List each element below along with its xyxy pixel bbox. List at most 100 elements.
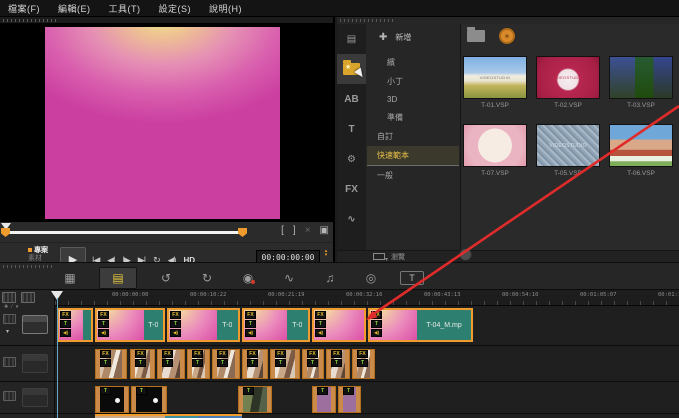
overlay-clip[interactable]: FX T (130, 349, 155, 379)
add-category-button[interactable]: ✚ 新增 (367, 24, 459, 53)
category-item[interactable]: 3D (367, 91, 459, 108)
library-nav: ▤ ★ AB T ⚙ FX (337, 24, 366, 260)
trim-end-handle[interactable] (238, 228, 247, 237)
template-name: T-07.VSP (463, 170, 527, 177)
overlay-clip[interactable]: T (312, 386, 336, 413)
menu-item[interactable]: 工具(T) (109, 2, 141, 15)
videostudio-badge-icon[interactable]: ✶ (499, 28, 515, 44)
panel-resize-knob[interactable] (459, 248, 472, 261)
overlay-clip[interactable]: T (238, 386, 272, 413)
overlay-clip[interactable]: FX T (242, 349, 268, 379)
overlay2-toggle[interactable] (3, 391, 16, 401)
timecode-value: 00:00:00:00 (262, 253, 315, 262)
overlay-clip[interactable]: T (95, 386, 129, 413)
video-clip[interactable]: FX T ◀) (57, 308, 93, 342)
enlarge-preview-button[interactable]: ▣ (320, 225, 329, 236)
timeline-ruler[interactable]: 00:00:00:0000:00:10:2200:00:21:1900:00:3… (55, 290, 679, 306)
video-track-icon[interactable] (22, 315, 48, 334)
toolbar-button[interactable]: ▤ (99, 267, 137, 289)
overlay-clip[interactable]: FX T (352, 349, 375, 379)
category-item[interactable]: 一般 (367, 166, 459, 185)
category-item[interactable]: 自訂 (367, 127, 459, 146)
library-nav-item[interactable]: ▤ (337, 24, 366, 54)
video-clip[interactable]: FX T ◀) T-0 (95, 308, 165, 342)
browse-label[interactable]: 瀏覽 (391, 252, 405, 262)
timecode-stepper[interactable]: ▴▾ (322, 249, 330, 257)
folder-icon[interactable] (467, 30, 485, 42)
menu-item[interactable]: 設定(S) (159, 2, 192, 15)
video-track-lane[interactable]: FX T ◀) FX T ◀) (55, 306, 679, 346)
menu-item[interactable]: 編輯(E) (58, 2, 91, 15)
template-thumbnail[interactable]: VIDEOSTUDIO (463, 56, 527, 99)
library-nav-item[interactable]: FX (337, 174, 366, 204)
toolbar-button[interactable]: ∿ (277, 267, 301, 289)
template-thumbnail[interactable] (609, 124, 673, 167)
overlay-clip[interactable]: T (338, 386, 361, 413)
mode-toggle[interactable]: 專案 素材 (28, 247, 58, 263)
panel-grip[interactable] (3, 19, 58, 22)
overlay-clip[interactable]: FX T (270, 349, 300, 379)
toolbar-button[interactable]: ♫ (318, 267, 342, 289)
overlay-clip[interactable]: FX T (95, 349, 127, 379)
toolbar-button[interactable]: T (400, 271, 424, 285)
video-clip[interactable]: FX T ◀) T-0 (167, 308, 240, 342)
overlay-clip[interactable]: FX T (302, 349, 324, 379)
panel-grip[interactable] (340, 19, 395, 22)
video-clip[interactable]: FX T ◀) (312, 308, 366, 342)
video-clip[interactable]: FX T ◀) T-0 (242, 308, 310, 342)
category-item[interactable]: 小丁 (367, 72, 459, 91)
library-nav-item[interactable]: ★ (337, 54, 366, 84)
template-thumbnail[interactable]: VIDEOSTUDIO (536, 56, 600, 99)
split-clip-button[interactable]: × (305, 225, 311, 236)
library-nav-item[interactable]: ⚙ (337, 144, 366, 174)
trim-start-handle[interactable] (1, 228, 10, 237)
library-nav-item[interactable]: ∿ (337, 204, 366, 234)
library-bottom-bar: 瀏覽 (337, 250, 679, 262)
scrub-bar[interactable] (6, 231, 242, 234)
library-nav-item[interactable]: T (337, 114, 366, 144)
template-thumbnail[interactable] (463, 124, 527, 167)
overlay-track-1-lane[interactable]: FX T FX T (55, 346, 679, 382)
category-item[interactable]: 繽 (367, 53, 459, 72)
category-item[interactable]: 快速範本 (367, 146, 459, 166)
overlay1-toggle[interactable] (3, 357, 16, 367)
timeline-toolbar: ▦ ▤ ↺ ↻ ◉ ∿ ♫ ◎ T (0, 262, 679, 290)
show-all-tracks-button[interactable] (2, 292, 16, 303)
overlay-track-icon[interactable] (22, 354, 48, 373)
browse-icon[interactable] (373, 253, 385, 260)
overlay-clip[interactable]: FX T (157, 349, 185, 379)
chevron-down-icon[interactable]: ▾ (6, 328, 9, 335)
video-clip[interactable]: FX T ◀) T-04_M.mp (368, 308, 473, 342)
toolbar-button[interactable]: ↻ (195, 267, 219, 289)
overlay-clip-partial[interactable] (198, 414, 242, 418)
fx-badge: FX (245, 311, 256, 319)
clip-badges: FX T ◀) (60, 311, 71, 337)
overlay-track-3-lane[interactable] (55, 414, 679, 418)
toolbar-button[interactable]: ◎ (359, 267, 383, 289)
panel-grip[interactable] (3, 265, 55, 268)
template-thumbnail[interactable]: VIDEOSTUDIO (536, 124, 600, 167)
library-nav-item[interactable]: AB (337, 84, 366, 114)
preview-panel: [ ] × ▣ 專案 素材 ▶ |◀◀||▶▶|↻◀)HD 00:00:00:0… (0, 17, 335, 262)
track-filter-button[interactable] (21, 292, 35, 303)
overlay-clip[interactable]: T (131, 386, 167, 413)
menu-item[interactable]: 檔案(F) (8, 2, 40, 15)
template-thumbnail[interactable] (609, 56, 673, 99)
video-track-toggle[interactable] (3, 314, 16, 324)
menu-item[interactable]: 說明(H) (209, 2, 242, 15)
overlay-clip[interactable]: FX T (212, 349, 240, 379)
overlay-clip-partial[interactable] (95, 414, 165, 418)
overlay-clip[interactable]: FX T (326, 349, 350, 379)
template-name: T-01.VSP (463, 102, 527, 109)
toolbar-button[interactable]: ▦ (58, 267, 82, 289)
category-item[interactable]: 準備 (367, 108, 459, 127)
overlay-clip-partial[interactable] (165, 414, 198, 418)
mark-out-button[interactable]: ] (293, 225, 296, 236)
mode-project-label[interactable]: 專案 (34, 247, 48, 254)
overlay-track-2-lane[interactable]: T T T (55, 382, 679, 414)
toolbar-button[interactable]: ↺ (154, 267, 178, 289)
overlay-clip[interactable]: FX T (187, 349, 210, 379)
mark-in-button[interactable]: [ (281, 225, 284, 236)
overlay-track-icon[interactable] (22, 388, 48, 407)
toolbar-button[interactable]: ◉ (236, 267, 260, 289)
